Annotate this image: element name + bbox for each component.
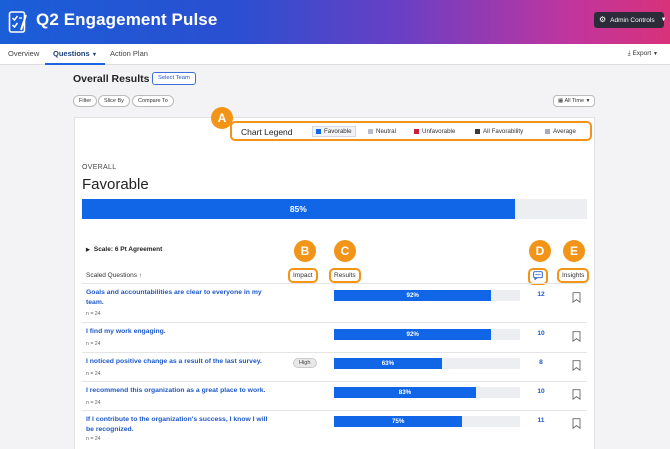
question-link[interactable]: I recommend this organization as a great… — [86, 386, 276, 396]
response-count: n = 24 — [86, 400, 101, 406]
legend-swatch — [414, 129, 419, 134]
tab-action-plan[interactable]: Action Plan — [110, 44, 148, 65]
bookmark-icon[interactable] — [572, 418, 581, 429]
legend-label: Unfavorable — [422, 128, 456, 135]
question-link[interactable]: If I contribute to the organization's su… — [86, 415, 276, 435]
insights-column-header[interactable]: Insights — [557, 268, 590, 283]
scale-toggle[interactable]: ▶ Scale: 6 Pt Agreement — [86, 246, 162, 253]
response-count: n = 24 — [86, 371, 101, 377]
slice-by-button[interactable]: Slice By — [98, 95, 130, 107]
divider — [82, 322, 587, 323]
response-count: n = 24 — [86, 311, 101, 317]
legend-label: Neutral — [376, 128, 396, 135]
result-bar: 63% — [334, 358, 520, 369]
legend-item-average[interactable]: Average — [545, 128, 576, 135]
scaled-questions-column-header[interactable]: Scaled Questions ↑ — [86, 272, 142, 279]
comment-count[interactable]: 10 — [534, 388, 548, 395]
divider — [82, 381, 587, 382]
column-label: Scaled Questions — [86, 272, 137, 279]
caret-down-icon: ▼ — [91, 52, 98, 58]
caret-down-icon: ▼ — [660, 17, 667, 23]
caret-down-icon: ▼ — [653, 51, 658, 57]
gear-icon: ⚙ — [599, 15, 607, 24]
comment-icon — [533, 271, 543, 281]
legend-item-all-favorability[interactable]: All Favorability — [475, 128, 523, 135]
export-button[interactable]: ⤓ Export ▼ — [628, 44, 658, 65]
comment-count[interactable]: 10 — [534, 330, 548, 337]
legend-swatch — [316, 129, 321, 134]
result-bar: 83% — [334, 387, 520, 398]
legend-label: Favorable — [324, 128, 352, 135]
top-nav: Overview Questions ▼ Action Plan ⤓ Expor… — [0, 44, 670, 65]
overall-result-bar: 85% — [82, 199, 587, 219]
export-label: Export — [632, 50, 652, 57]
callout-c: C — [334, 240, 356, 262]
comment-count[interactable]: 12 — [534, 291, 548, 298]
download-icon: ⤓ — [627, 50, 631, 57]
result-bar: 92% — [334, 290, 520, 301]
divider — [82, 352, 587, 353]
page-title: Overall Results — [73, 73, 150, 85]
app-header: Q2 Engagement Pulse ⚙ Admin Controls ▼ — [0, 0, 670, 44]
survey-checklist-icon — [8, 11, 27, 33]
bookmark-icon[interactable] — [572, 292, 581, 303]
filter-button[interactable]: Filter — [73, 95, 98, 107]
result-label: 75% — [391, 418, 405, 425]
time-range-select[interactable]: ▦ All Time ▼ — [553, 95, 596, 107]
legend-title: Chart Legend — [241, 127, 293, 137]
calendar-icon: ▦ — [558, 98, 564, 104]
overall-favorable-heading: Favorable — [82, 176, 149, 193]
tab-questions[interactable]: Questions ▼ — [45, 44, 106, 65]
result-label: 83% — [398, 389, 412, 396]
callout-d: D — [529, 240, 551, 262]
chart-legend: Chart Legend Favorable Neutral Unfavorab… — [230, 121, 592, 141]
divider — [82, 410, 587, 411]
app-title: Q2 Engagement Pulse — [36, 10, 218, 29]
impact-badge: High — [293, 358, 317, 368]
tab-overview[interactable]: Overview — [8, 44, 39, 65]
overall-result-label: 85% — [289, 204, 307, 214]
comment-count[interactable]: 8 — [534, 359, 548, 366]
divider — [82, 283, 587, 284]
legend-swatch — [475, 129, 480, 134]
caret-down-icon: ▼ — [585, 98, 591, 104]
time-range-label: All Time — [564, 98, 584, 104]
impact-column-header[interactable]: Impact — [288, 268, 318, 283]
overall-label: OVERALL — [82, 164, 117, 171]
result-label: 92% — [406, 331, 419, 338]
result-bar: 75% — [334, 416, 520, 427]
question-link[interactable]: I find my work engaging. — [86, 327, 276, 337]
scale-label: Scale: 6 Pt Agreement — [93, 246, 163, 253]
callout-e: E — [563, 240, 585, 262]
sort-up-icon: ↑ — [138, 272, 143, 279]
result-label: 63% — [381, 360, 395, 367]
legend-swatch — [368, 129, 373, 134]
callout-a: A — [211, 107, 233, 129]
legend-label: Average — [553, 128, 576, 135]
bookmark-icon[interactable] — [572, 389, 581, 400]
admin-controls-label: Admin Controls — [610, 16, 655, 24]
compare-to-button[interactable]: Compare To — [132, 95, 174, 107]
response-count: n = 24 — [86, 341, 101, 347]
tab-questions-label: Questions — [53, 49, 90, 58]
question-link[interactable]: Goals and accountabilities are clear to … — [86, 288, 276, 308]
bookmark-icon[interactable] — [572, 360, 581, 371]
legend-swatch — [545, 129, 550, 134]
bookmark-icon[interactable] — [572, 331, 581, 342]
admin-controls-button[interactable]: ⚙ Admin Controls ▼ — [594, 12, 667, 28]
comment-count[interactable]: 11 — [534, 417, 548, 424]
response-count: n = 24 — [86, 436, 101, 442]
legend-item-neutral[interactable]: Neutral — [368, 128, 396, 135]
callout-b: B — [294, 240, 316, 262]
results-column-header[interactable]: Results — [329, 268, 361, 283]
result-label: 92% — [406, 292, 419, 299]
legend-item-favorable[interactable]: Favorable — [312, 126, 356, 137]
question-link[interactable]: I noticed positive change as a result of… — [86, 357, 276, 367]
legend-label: All Favorability — [483, 128, 524, 135]
legend-item-unfavorable[interactable]: Unfavorable — [414, 128, 455, 135]
select-team-button[interactable]: Select Team — [152, 72, 196, 85]
caret-right-icon: ▶ — [86, 247, 90, 253]
result-bar: 92% — [334, 329, 520, 340]
